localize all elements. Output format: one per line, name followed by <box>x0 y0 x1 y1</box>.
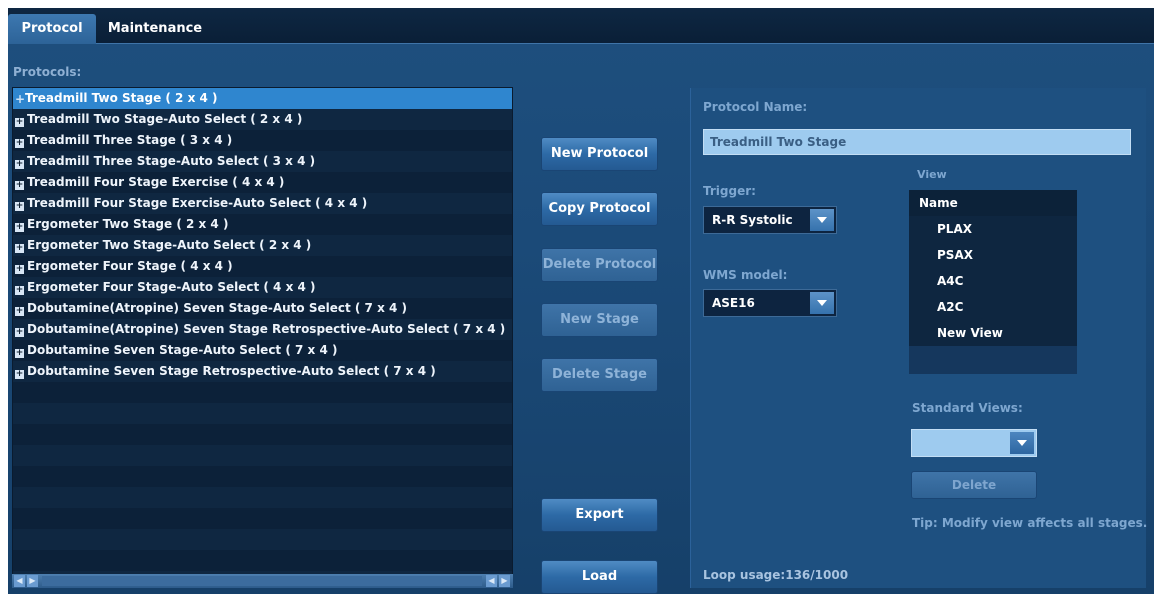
view-row[interactable]: A4C <box>909 268 1077 294</box>
standard-views-dropdown[interactable] <box>911 429 1037 457</box>
scrollbar-thumb[interactable] <box>42 576 482 586</box>
tab-bar: Protocol Maintenance <box>8 8 1154 44</box>
trigger-value: R-R Systolic <box>712 213 793 227</box>
trigger-label: Trigger: <box>703 184 756 198</box>
tab-protocol[interactable]: Protocol <box>8 14 96 44</box>
protocol-name-input[interactable]: Treadmill Two Stage <box>703 129 1131 155</box>
expand-icon[interactable]: + <box>15 181 24 190</box>
scroll-right-icon[interactable]: ▶ <box>499 575 510 587</box>
chevron-down-icon[interactable] <box>810 292 834 314</box>
expand-icon[interactable]: + <box>15 370 24 379</box>
wms-model-dropdown[interactable]: ASE16 <box>703 289 837 317</box>
protocol-list-item[interactable]: + Ergometer Four Stage-Auto Select ( 4 x … <box>13 277 512 298</box>
scroll-right-icon[interactable]: ▶ <box>27 575 38 587</box>
protocol-list-item-label: Dobutamine(Atropine) Seven Stage-Auto Se… <box>27 301 408 315</box>
protocol-list-item-label: Ergometer Two Stage ( 2 x 4 ) <box>27 217 229 231</box>
view-row[interactable]: PSAX <box>909 242 1077 268</box>
protocol-list-item-label: Dobutamine(Atropine) Seven Stage Retrosp… <box>27 322 506 336</box>
tip-text: Tip: Modify view affects all stages. <box>912 516 1148 530</box>
protocol-list-item-label: Ergometer Four Stage ( 4 x 4 ) <box>27 259 233 273</box>
protocol-list-item-label: Treadmill Four Stage Exercise-Auto Selec… <box>27 196 368 210</box>
view-table-header: Name <box>909 190 1077 216</box>
standard-views-label: Standard Views: <box>912 401 1023 415</box>
view-row[interactable]: A2C <box>909 294 1077 320</box>
expand-icon[interactable]: + <box>15 244 24 253</box>
protocol-list-item[interactable]: + Dobutamine Seven Stage-Auto Select ( 7 … <box>13 340 512 361</box>
protocol-list-item-label: Ergometer Two Stage-Auto Select ( 2 x 4 … <box>27 238 312 252</box>
view-table[interactable]: Name PLAX PSAX A4C A2C New View <box>909 190 1077 374</box>
expand-icon[interactable]: + <box>15 286 24 295</box>
protocol-name-label: Protocol Name: <box>703 100 808 114</box>
protocol-list-item[interactable]: + Ergometer Two Stage-Auto Select ( 2 x 4… <box>13 235 512 256</box>
load-button[interactable]: Load <box>541 560 658 594</box>
protocol-list-item[interactable]: + Treadmill Four Stage Exercise-Auto Sele… <box>13 193 512 214</box>
horizontal-scrollbar[interactable]: ◀ ▶ ◀ ▶ <box>12 574 513 588</box>
protocol-list-item[interactable]: + Ergometer Four Stage ( 4 x 4 ) <box>13 256 512 277</box>
protocol-list-item[interactable]: + Treadmill Three Stage ( 3 x 4 ) <box>13 130 512 151</box>
protocol-list-item-label: Dobutamine Seven Stage-Auto Select ( 7 x… <box>27 343 338 357</box>
view-row[interactable]: PLAX <box>909 216 1077 242</box>
expand-icon[interactable]: + <box>15 265 24 274</box>
scroll-left-icon[interactable]: ◀ <box>14 575 25 587</box>
delete-view-button[interactable]: Delete <box>911 471 1037 499</box>
protocol-details-panel: Protocol Name: Treadmill Two Stage Trigg… <box>690 88 1148 588</box>
protocol-list-item-label: Dobutamine Seven Stage Retrospective-Aut… <box>27 364 436 378</box>
expand-icon[interactable]: + <box>15 93 25 105</box>
expand-icon[interactable]: + <box>15 307 24 316</box>
trigger-dropdown[interactable]: R-R Systolic <box>703 206 837 234</box>
wms-model-label: WMS model: <box>703 268 788 282</box>
scroll-left-icon[interactable]: ◀ <box>486 575 497 587</box>
protocol-list-item[interactable]: +Treadmill Two Stage ( 2 x 4 ) <box>13 88 512 109</box>
expand-icon[interactable]: + <box>15 139 24 148</box>
expand-icon[interactable]: + <box>15 328 24 337</box>
chevron-down-icon[interactable] <box>810 209 834 231</box>
new-stage-button[interactable]: New Stage <box>541 303 658 337</box>
expand-icon[interactable]: + <box>15 223 24 232</box>
new-protocol-button[interactable]: New Protocol <box>541 137 658 171</box>
protocol-list-item[interactable]: + Treadmill Two Stage-Auto Select ( 2 x 4… <box>13 109 512 130</box>
tab-maintenance[interactable]: Maintenance <box>96 14 214 44</box>
expand-icon[interactable]: + <box>15 202 24 211</box>
protocol-list-item[interactable]: + Dobutamine(Atropine) Seven Stage-Auto S… <box>13 298 512 319</box>
protocol-setup-window: Protocol Maintenance Protocols: +Treadmi… <box>8 8 1154 594</box>
protocol-list-item-label: Treadmill Four Stage Exercise ( 4 x 4 ) <box>27 175 285 189</box>
protocol-list-item-label: Treadmill Two Stage-Auto Select ( 2 x 4 … <box>27 112 303 126</box>
chevron-down-icon[interactable] <box>1010 432 1034 454</box>
export-button[interactable]: Export <box>541 498 658 532</box>
protocol-list-item[interactable]: + Dobutamine(Atropine) Seven Stage Retros… <box>13 319 512 340</box>
protocol-list[interactable]: +Treadmill Two Stage ( 2 x 4 ) + Treadmill… <box>12 87 513 588</box>
scroll-right-arrows[interactable]: ◀ ▶ <box>486 575 510 587</box>
protocol-list-item-label: Treadmill Three Stage-Auto Select ( 3 x … <box>27 154 316 168</box>
delete-stage-button[interactable]: Delete Stage <box>541 358 658 392</box>
protocol-list-item-label: Treadmill Three Stage ( 3 x 4 ) <box>27 133 233 147</box>
expand-icon[interactable]: + <box>15 349 24 358</box>
expand-icon[interactable]: + <box>15 160 24 169</box>
protocol-list-item[interactable]: + Dobutamine Seven Stage Retrospective-Au… <box>13 361 512 382</box>
delete-protocol-button[interactable]: Delete Protocol <box>541 248 658 282</box>
protocol-list-item-label: Treadmill Two Stage ( 2 x 4 ) <box>25 91 218 105</box>
protocol-list-item[interactable]: + Ergometer Two Stage ( 2 x 4 ) <box>13 214 512 235</box>
scroll-left-arrows[interactable]: ◀ ▶ <box>14 575 38 587</box>
protocol-list-item-label: Ergometer Four Stage-Auto Select ( 4 x 4… <box>27 280 316 294</box>
copy-protocol-button[interactable]: Copy Protocol <box>541 192 658 226</box>
protocols-label: Protocols: <box>13 65 82 79</box>
view-label: View <box>917 168 947 181</box>
view-row-new-view[interactable]: New View <box>909 320 1077 346</box>
protocol-list-item[interactable]: + Treadmill Three Stage-Auto Select ( 3 x… <box>13 151 512 172</box>
expand-icon[interactable]: + <box>15 118 24 127</box>
protocol-list-item[interactable]: + Treadmill Four Stage Exercise ( 4 x 4 ) <box>13 172 512 193</box>
loop-usage-text: Loop usage:136/1000 <box>703 568 849 582</box>
wms-model-value: ASE16 <box>712 296 755 310</box>
